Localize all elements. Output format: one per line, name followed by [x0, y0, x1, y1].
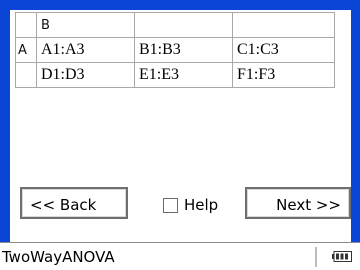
next-button[interactable]: Next >>: [245, 187, 351, 219]
table-cell[interactable]: F1:F3: [232, 62, 335, 88]
table-cell[interactable]: B1:B3: [134, 37, 233, 63]
table-cell[interactable]: C1:C3: [232, 37, 335, 63]
app-name: TwoWayANOVA: [2, 248, 115, 266]
header-empty-cell: [232, 12, 335, 38]
status-bar: TwoWayANOVA: [0, 242, 360, 270]
table-cell[interactable]: A1:A3: [36, 37, 135, 63]
row-header-a: A: [15, 37, 37, 63]
column-header-b: B: [36, 12, 135, 38]
top-frame: [0, 0, 360, 10]
table-cell[interactable]: D1:D3: [36, 62, 135, 88]
help-label: Help: [184, 196, 219, 214]
help-checkbox[interactable]: [163, 197, 178, 213]
table-row: A A1:A3 B1:B3 C1:C3: [15, 37, 335, 63]
right-frame: [351, 0, 360, 242]
left-frame: [0, 0, 10, 242]
status-separator: [315, 247, 317, 267]
table-cell[interactable]: E1:E3: [134, 62, 233, 88]
table-header-row: B: [15, 12, 335, 38]
row-header-empty: [15, 62, 37, 88]
factor-table: B A A1:A3 B1:B3 C1:C3 D1:D3 E1:E3 F1:F3: [15, 12, 335, 88]
header-empty-cell: [134, 12, 233, 38]
back-button[interactable]: << Back: [20, 187, 128, 219]
table-row: D1:D3 E1:E3 F1:F3: [15, 62, 335, 88]
corner-cell: [15, 12, 37, 38]
help-checkbox-group[interactable]: Help: [163, 194, 218, 216]
battery-icon: [332, 251, 352, 262]
